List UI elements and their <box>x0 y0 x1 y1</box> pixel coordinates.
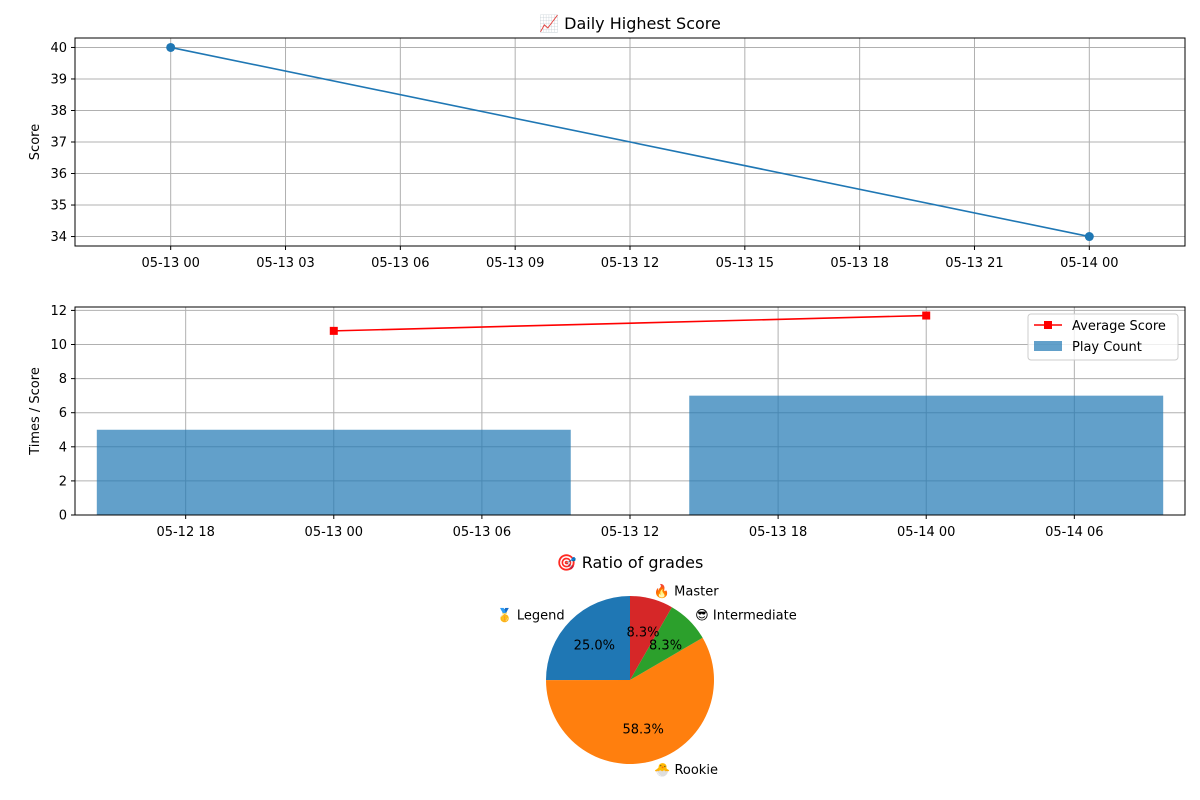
chart2-average-point <box>922 311 931 320</box>
chart2-average-point <box>329 326 338 335</box>
chart1-x-ticks: 05-13 00 05-13 03 05-13 06 05-13 09 05-13 12… <box>141 246 1119 271</box>
chart2-xtick-label: 05-13 18 <box>749 525 807 540</box>
chart1-xtick-label: 05-13 12 <box>601 256 659 271</box>
play-count-chart: 0 2 4 6 8 10 12 05-12 18 05-13 00 05-13 06 05-13 … <box>28 304 1186 540</box>
chart2-ytick-label: 6 <box>59 406 67 421</box>
chart1-ytick-label: 34 <box>50 230 67 245</box>
dashboard-figure: 📈 Daily Highest Score 34353637383940 05-… <box>28 14 1186 778</box>
chart1-ytick-label: 39 <box>50 72 67 87</box>
chart1-xtick-label: 05-13 03 <box>256 256 314 271</box>
chart3-title: 🎯 Ratio of grades <box>557 553 704 572</box>
chart2-ytick-label: 10 <box>50 338 67 353</box>
chart2-ytick-label: 0 <box>59 509 67 524</box>
chart1-point <box>1084 232 1094 242</box>
chart1-xtick-label: 05-13 15 <box>716 256 774 271</box>
chart2-xtick-label: 05-13 06 <box>453 525 511 540</box>
pie-slice-percent: 25.0% <box>574 638 615 653</box>
chart2-ytick-label: 8 <box>59 372 67 387</box>
chart1-xtick-label: 05-14 00 <box>1060 256 1118 271</box>
chart1-xtick-label: 05-13 09 <box>486 256 544 271</box>
chart1-xtick-label: 05-13 06 <box>371 256 429 271</box>
chart1-ytick-label: 38 <box>50 104 67 119</box>
chart1-title: 📈 Daily Highest Score <box>539 14 721 33</box>
chart1-xtick-label: 05-13 18 <box>830 256 888 271</box>
chart2-xtick-label: 05-14 00 <box>897 525 955 540</box>
chart1-ylabel: Score <box>28 124 43 160</box>
chart2-xtick-label: 05-13 00 <box>305 525 363 540</box>
daily-highest-score-chart: 📈 Daily Highest Score 34 35 36 37 38 39 40 05-… <box>28 14 1186 271</box>
chart2-ylabel: Times / Score <box>28 367 43 456</box>
chart1-xtick-label: 05-13 21 <box>945 256 1003 271</box>
chart2-xtick-label: 05-14 06 <box>1045 525 1103 540</box>
chart2-y-ticks: 0 2 4 6 8 10 12 <box>50 304 75 524</box>
pie-slice-percent: 8.3% <box>626 625 659 640</box>
chart1-xtick-label: 05-13 00 <box>141 256 199 271</box>
chart2-ytick-label: 12 <box>50 304 67 319</box>
chart2-xtick-label: 05-13 12 <box>601 525 659 540</box>
grade-ratio-pie-chart: 🎯 Ratio of grades 25.0% 🥇 Legend 58.3% 🐣 Ro… <box>497 553 797 778</box>
pie-slice-percent: 8.3% <box>649 638 682 653</box>
chart2-ytick-label: 2 <box>59 474 67 489</box>
chart1-ytick-label: 35 <box>50 199 67 214</box>
chart1-ytick-label: 36 <box>50 167 67 182</box>
chart2-bar <box>96 429 571 515</box>
pie-slices <box>546 596 714 764</box>
chart2-ytick-label: 4 <box>59 440 67 455</box>
chart2-bar <box>689 395 1164 515</box>
pie-slice-percent: 58.3% <box>623 723 664 738</box>
pie-slice-label: 😎 Intermediate <box>695 609 797 624</box>
legend-average-marker-swatch <box>1044 321 1052 329</box>
chart1-ytick-label: 37 <box>50 136 67 151</box>
legend-average-label: Average Score <box>1072 319 1166 334</box>
chart1-ytick-label: 40 <box>50 41 67 56</box>
chart2-x-ticks: 05-12 18 05-13 00 05-13 06 05-13 12 05-13 18… <box>156 515 1104 540</box>
chart1-point <box>166 42 176 52</box>
legend-playcount-swatch <box>1034 341 1062 351</box>
pie-slice-label: 🥇 Legend <box>497 608 565 624</box>
pie-slice-label: 🐣 Rookie <box>654 762 718 778</box>
chart2-legend: Average Score Play Count <box>1027 313 1179 361</box>
legend-playcount-label: Play Count <box>1072 340 1142 355</box>
chart1-y-ticks: 34 35 36 37 38 39 40 <box>50 41 75 245</box>
chart2-xtick-label: 05-12 18 <box>156 525 214 540</box>
pie-slice-label: 🔥 Master <box>654 584 719 600</box>
